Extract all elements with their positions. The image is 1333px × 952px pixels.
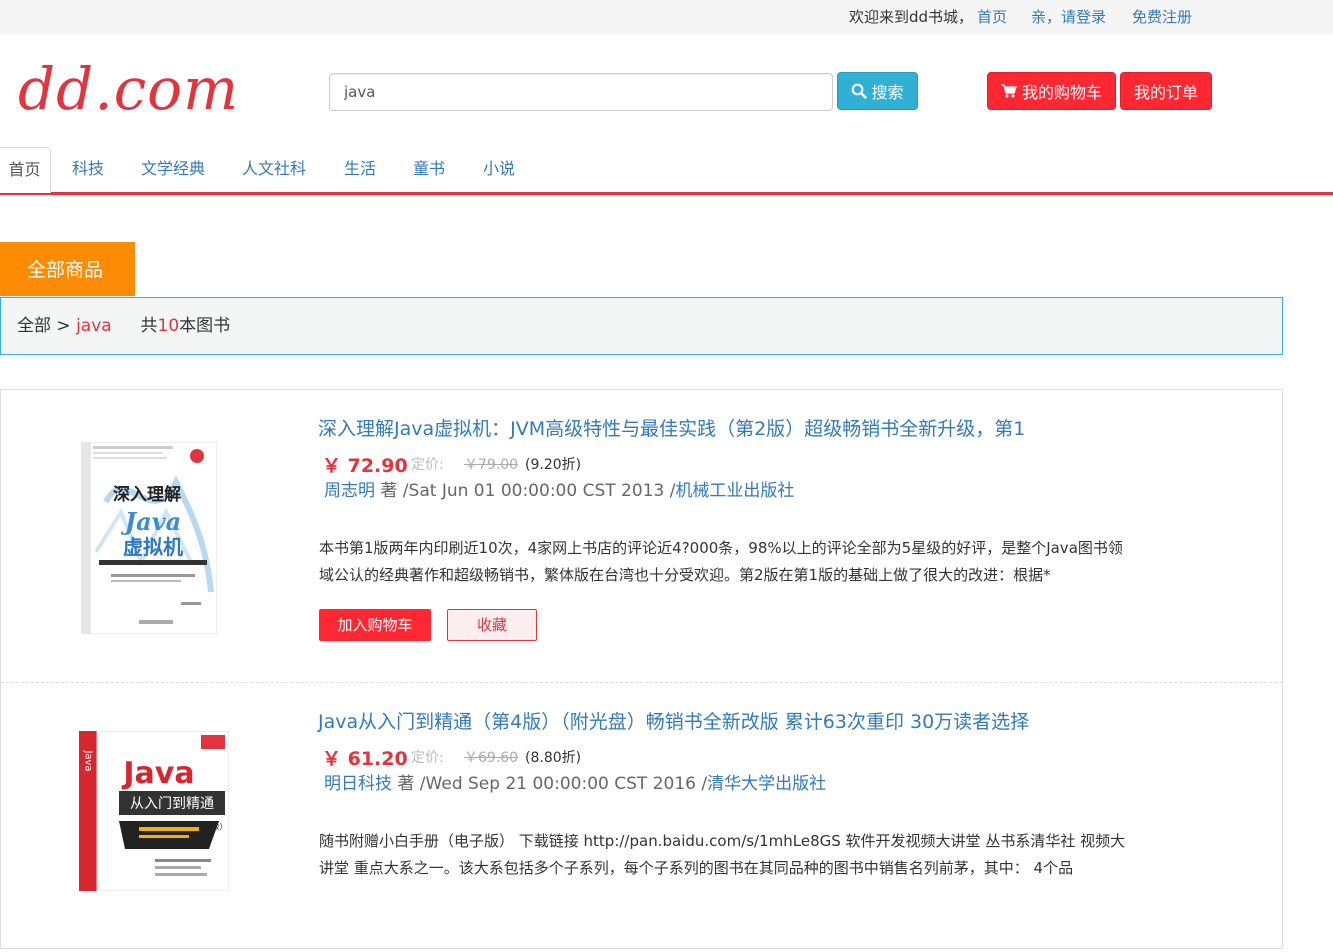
tab-literature-classics[interactable]: 文学经典 [130,147,216,193]
shopping-cart-icon [1000,84,1017,98]
discount: (8.80折) [525,750,582,766]
register-link[interactable]: 免费注册 [1132,6,1192,27]
cover-java-text: Java [121,756,194,791]
home-link[interactable]: 首页 [977,6,1007,27]
cart-button-label: 我的购物车 [1021,83,1102,102]
cover-subtitle-text: 虚拟机 [123,535,183,559]
publish-date: Sat Jun 01 00:00:00 CST 2013 / [408,481,676,501]
publisher-link[interactable]: 机械工业出版社 [675,481,794,501]
author-suffix: 著 / [375,481,409,501]
product-description: 本书第1版两年内印刷近10次，4家网上书店的评论近4?000条，98%以上的评论… [319,539,1123,584]
discount: (9.20折) [525,457,582,473]
tab-technology[interactable]: 科技 [60,147,116,193]
login-link[interactable]: 亲，请登录 [1031,6,1106,27]
publisher-link[interactable]: 清华大学出版社 [707,774,826,794]
tab-humanities[interactable]: 人文社科 [231,147,317,193]
list-price: ￥69.60 [464,750,519,766]
tab-home[interactable]: 首页 [0,147,51,193]
breadcrumb-separator: > [56,316,71,336]
search-icon [852,83,868,99]
svg-text:Java: Java [83,749,94,771]
product-list: 深入理解 Java 虚拟机 深入理解Java虚拟机：JVM高级特性与最佳实践（第… [0,389,1283,949]
list-price-label: 定价: [411,457,444,473]
tab-novel[interactable]: 小说 [472,147,526,193]
nav-divider [0,192,1333,195]
tab-children[interactable]: 童书 [402,147,456,193]
section-title: 全部商品 [0,242,135,296]
favorite-button[interactable]: 收藏 [447,609,537,641]
product-price: ￥ 72.90 [322,455,408,477]
product-price: ￥ 61.20 [322,748,408,770]
top-bar: 欢迎来到dd书城， 首页 亲，请登录 免费注册 [0,0,1333,34]
cover-java-text: Java [121,507,181,536]
publish-date: Wed Sep 21 00:00:00 CST 2016 / [425,774,708,794]
search-input[interactable] [329,73,833,111]
breadcrumb: 全部 > java 共10本图书 [0,297,1283,355]
book-cover[interactable]: 深入理解 Java 虚拟机 [81,441,218,635]
search-button-label: 搜索 [871,83,904,102]
cover-title-text: 深入理解 [113,484,181,505]
site-logo[interactable]: dd.com [18,52,268,126]
orders-button-label: 我的订单 [1133,83,1198,102]
tab-life[interactable]: 生活 [333,147,387,193]
result-count: 10 [157,316,180,336]
product-meta: 明日科技 著 /Wed Sep 21 00:00:00 CST 2016 /清华… [324,769,826,794]
product-description: 随书附赠小白手册（电子版） 下载链接 http://pan.baidu.com/… [319,832,1126,877]
author-suffix: 著 / [392,774,426,794]
cover-subtitle-text: 从入门到精通 [130,796,214,812]
category-nav: 首页 科技 文学经典 人文社科 生活 童书 小说 [0,147,1333,195]
orders-button[interactable]: 我的订单 [1120,72,1212,110]
author-link[interactable]: 明日科技 [324,774,392,794]
breadcrumb-root[interactable]: 全部 [17,316,51,336]
welcome-text: 欢迎来到dd书城， [849,8,974,26]
product-title[interactable]: Java从入门到精通（第4版）（附光盘）畅销书全新改版 累计63次重印 30万读… [318,707,1029,734]
result-count-suffix: 本图书 [179,316,231,336]
product-title[interactable]: 深入理解Java虚拟机：JVM高级特性与最佳实践（第2版）超级畅销书全新升级，第… [318,414,1025,441]
search-button[interactable]: 搜索 [837,72,918,110]
product-meta: 周志明 著 /Sat Jun 01 00:00:00 CST 2013 /机械工… [324,476,794,501]
book-cover[interactable]: Java Java 从入门到精通 （第4版） [79,730,230,892]
cart-button[interactable]: 我的购物车 [987,72,1116,110]
author-link[interactable]: 周志明 [324,481,375,501]
breadcrumb-keyword: java [76,316,112,336]
list-item: 深入理解 Java 虚拟机 深入理解Java虚拟机：JVM高级特性与最佳实践（第… [1,390,1282,682]
list-item: Java Java 从入门到精通 （第4版） Java从入门到精通（第4版）（附… [1,682,1282,952]
result-count-prefix: 共 [140,316,158,336]
list-price-label: 定价: [411,750,444,766]
add-to-cart-button[interactable]: 加入购物车 [319,609,431,641]
list-price: ￥79.00 [464,457,519,473]
